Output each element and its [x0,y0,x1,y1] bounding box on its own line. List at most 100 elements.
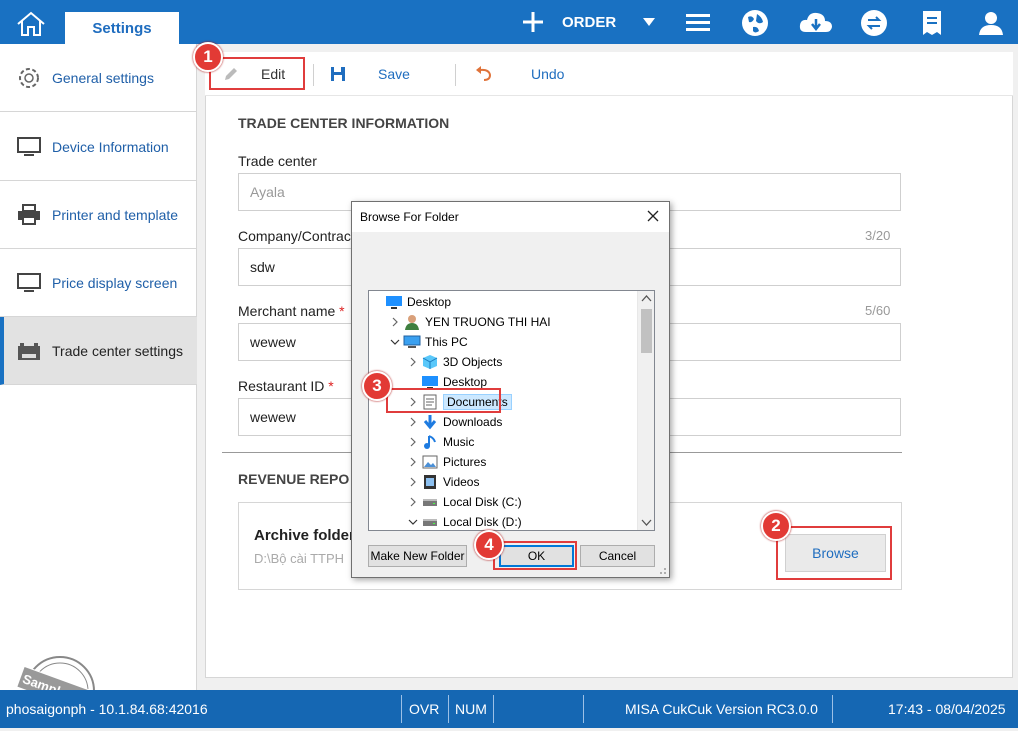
sidebar-item-price-display-screen[interactable]: Price display screen [0,249,197,317]
version-info: MISA CukCuk Version RC3.0.0 [625,701,818,717]
tree-node[interactable]: Music [405,432,474,452]
tree-node-label: Videos [443,475,480,489]
chevron-right-icon[interactable] [405,457,421,467]
tree-node[interactable]: This PC [387,332,468,352]
tree-node[interactable]: Local Disk (C:) [405,492,522,512]
menu-icon[interactable] [683,8,713,38]
tree-node-label: Desktop [443,375,488,389]
status-bar: phosaigonph - 10.1.84.68:42016 OVR NUM M… [0,690,1018,728]
required-mark: * [328,378,334,394]
order-button[interactable]: ORDER [520,8,656,36]
tree-node-label: Music [443,435,475,449]
datetime: 17:43 - 08/04/2025 [888,701,1006,717]
tree-node-label: YEN TRUONG THI HAI [425,315,551,329]
undo-button[interactable]: Undo [475,62,564,86]
top-bar: Settings ORDER [0,0,1018,44]
chevron-right-icon[interactable] [405,497,421,507]
sidebar-item-trade-center-settings[interactable]: Trade center settings [0,317,197,385]
sidebar-item-printer-and-template[interactable]: Printer and template [0,181,197,249]
dialog-title: Browse For Folder [360,210,459,224]
tree-node-label: 3D Objects [443,355,503,369]
video-icon [421,474,439,490]
order-label: ORDER [562,13,617,31]
company-counter: 3/20 [865,228,891,243]
chevron-right-icon[interactable] [405,437,421,447]
close-icon[interactable] [645,208,661,224]
tree-node-label: Downloads [443,415,503,429]
tree-node[interactable]: Desktop [369,292,451,312]
restaurant-id-label: Restaurant ID * [238,378,334,394]
tree-node-label: This PC [425,335,468,349]
sidebar-item-label: Trade center settings [52,342,183,359]
pc-icon [403,334,421,350]
pictures-icon [421,454,439,470]
tree-scrollbar[interactable] [637,291,654,530]
floppy-icon [331,67,345,81]
cube-icon [421,354,439,370]
highlight-edit [209,57,305,90]
chevron-down-icon[interactable] [642,17,656,27]
chevron-right-icon[interactable] [405,417,421,427]
tree-node-label: Local Disk (C:) [443,495,522,509]
tree-node-label: Local Disk (D:) [443,515,522,529]
mall-icon [14,338,44,364]
disk-icon [421,494,439,510]
num-indicator: NUM [455,701,487,717]
music-icon [421,434,439,450]
section-title: REVENUE REPO [238,471,350,487]
home-icon[interactable] [14,10,48,38]
tree-node[interactable]: Pictures [405,452,486,472]
tab-settings[interactable]: Settings [65,12,179,44]
host-info: phosaigonph - 10.1.84.68:42016 [6,701,208,717]
dialog-titlebar: Browse For Folder [352,202,669,232]
chevron-down-icon[interactable] [405,518,421,526]
desktop-icon [385,294,403,310]
sidebar-item-general-settings[interactable]: General settings [0,44,197,112]
toolbar-divider [455,64,456,86]
tree-node[interactable]: Local Disk (D:) [405,512,522,530]
report-icon[interactable] [917,8,947,38]
gear-icon [14,65,44,91]
chevron-right-icon[interactable] [405,357,421,367]
tree-node[interactable]: Downloads [405,412,502,432]
printer-icon [14,202,44,228]
download-icon [421,414,439,430]
step-badge: 4 [474,530,504,560]
step-badge: 3 [362,371,392,401]
highlight-browse [776,526,892,580]
undo-icon [476,66,492,81]
merchant-name-label-text: Merchant name [238,303,336,319]
user-icon [403,314,421,330]
tree-node[interactable]: Videos [405,472,479,492]
status-divider [401,695,402,723]
sidebar-item-device-information[interactable]: Device Information [0,113,197,181]
chevron-right-icon[interactable] [387,317,403,327]
chevron-down-icon[interactable] [387,338,403,346]
company-label: Company/Contract [238,228,355,244]
chevron-right-icon[interactable] [405,477,421,487]
status-divider [493,695,494,723]
tree-node[interactable]: YEN TRUONG THI HAI [387,312,551,332]
step-badge: 1 [193,42,223,72]
highlight-ok [493,541,577,570]
restaurant-id-label-text: Restaurant ID [238,378,325,394]
tree-node[interactable]: 3D Objects [405,352,502,372]
user-icon[interactable] [976,8,1006,38]
toolbar: Edit Save Undo [205,52,1013,96]
status-divider [832,695,833,723]
sidebar-item-label: Device Information [52,138,169,155]
monitor-icon [14,270,44,296]
make-new-folder-button[interactable]: Make New Folder [368,545,467,567]
sidebar: General settings Device Information Prin… [0,44,197,726]
section-title: TRADE CENTER INFORMATION [238,115,450,131]
cloud-download-icon[interactable] [798,8,834,38]
cancel-button[interactable]: Cancel [580,545,655,567]
plus-icon [523,12,543,32]
sync-icon[interactable] [859,8,889,38]
save-button[interactable]: Save [330,62,410,86]
sidebar-item-label: Price display screen [52,274,178,291]
globe-icon[interactable] [740,8,770,38]
resize-grip-icon[interactable] [657,565,667,575]
merchant-counter: 5/60 [865,303,891,318]
status-divider [448,695,449,723]
